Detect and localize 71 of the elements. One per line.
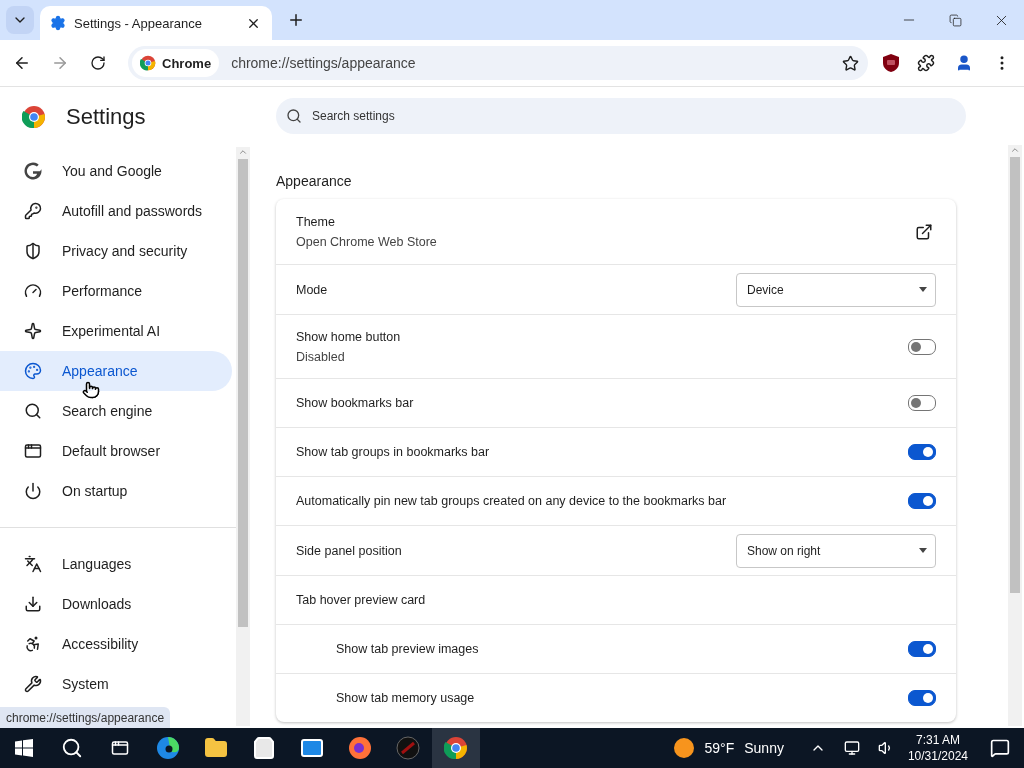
toggle-switch[interactable] <box>908 338 936 355</box>
settings-title: Settings <box>66 104 146 130</box>
address-bar[interactable]: Chrome chrome://settings/appearance <box>128 46 868 80</box>
nav-icon <box>24 595 42 613</box>
sidebar-item[interactable]: Default browser <box>0 431 232 471</box>
setting-sublabel: Disabled <box>296 349 346 364</box>
nav-icon <box>24 282 42 300</box>
sidebar-item[interactable]: Languages <box>0 544 232 584</box>
search-field[interactable]: Search settings <box>276 98 966 134</box>
google-g-icon <box>24 162 42 180</box>
sidebar-item[interactable]: Autofill and passwords <box>0 191 232 231</box>
hand-cursor-icon <box>82 381 100 399</box>
chrome-logo-icon <box>22 105 46 129</box>
setting-label: Show home button <box>296 329 402 344</box>
sun-icon <box>672 737 695 759</box>
caret-icon <box>919 548 927 553</box>
sidebar-item[interactable]: Privacy and security <box>0 231 232 271</box>
setting-label: Show tab preview images <box>336 642 480 656</box>
setting-label: Side panel position <box>296 543 403 558</box>
nav-icon <box>24 202 42 220</box>
section-title: Appearance <box>276 173 353 191</box>
chrome-icon <box>444 736 468 760</box>
sidebar-item[interactable]: Experimental AI <box>0 311 232 351</box>
toggle-switch[interactable] <box>908 690 936 706</box>
caret-icon <box>919 287 927 292</box>
weather-temperature: 59°F <box>704 740 735 756</box>
search-input[interactable]: Search settings <box>310 108 966 124</box>
status-url-tooltip: chrome://settings/appearance <box>0 707 171 728</box>
sidebar-item[interactable]: You and Google <box>0 151 232 191</box>
sidebar-item[interactable]: On startup <box>0 471 232 511</box>
nav-icon <box>24 675 42 693</box>
nav-icon <box>24 482 42 500</box>
sidebar-item[interactable]: Appearance <box>0 351 232 391</box>
toggle-switch[interactable] <box>908 493 936 509</box>
sidebar-item[interactable]: Accessibility <box>0 624 232 664</box>
setting-label: Theme <box>296 214 336 229</box>
setting-label: Automatically pin new tab groups created on any device to the bookmarks bar <box>296 494 728 508</box>
tab-search-button[interactable] <box>6 6 34 34</box>
nav-icon <box>24 635 42 653</box>
clock[interactable]: 7:31 AM 10/31/2024 <box>907 732 968 764</box>
toggle-switch[interactable] <box>908 444 936 460</box>
setting-sublabel: Open Chrome Web Store <box>296 234 438 249</box>
shield-extension-icon[interactable] <box>882 53 900 73</box>
chrome-taskbar-icon[interactable] <box>432 728 480 768</box>
setting-label: Show tab memory usage <box>336 691 476 705</box>
scrollbar[interactable] <box>236 147 250 726</box>
search-icon <box>286 108 302 124</box>
sidebar-item[interactable]: System <box>0 664 232 704</box>
nav-icon <box>24 555 42 573</box>
sidebar-item[interactable]: Search engine <box>0 391 232 431</box>
nav-icon <box>24 362 42 380</box>
dropdown[interactable]: Show on right <box>736 533 936 568</box>
setting-label: Tab hover preview card <box>296 593 427 607</box>
nav-icon <box>24 402 42 420</box>
sidebar-item[interactable]: Performance <box>0 271 232 311</box>
weather-condition: Sunny <box>744 740 784 756</box>
nav-icon <box>24 242 42 260</box>
gear-icon <box>50 15 66 31</box>
browser-tab[interactable]: Settings - Appearance <box>40 6 272 40</box>
setting-label: Mode <box>296 282 329 297</box>
toggle-switch[interactable] <box>908 395 936 411</box>
nav-icon <box>24 442 42 460</box>
scrollbar[interactable] <box>1008 145 1022 726</box>
address-field[interactable]: chrome://settings/appearance <box>229 54 828 72</box>
site-chip[interactable]: Chrome <box>132 49 220 77</box>
setting-label: Show tab groups in bookmarks bar <box>296 445 491 459</box>
dropdown[interactable]: Device <box>736 272 936 307</box>
setting-label: Show bookmarks bar <box>296 396 415 410</box>
sidebar-item[interactable]: Downloads <box>0 584 232 624</box>
toggle-switch[interactable] <box>908 641 936 657</box>
nav-icon <box>24 322 42 340</box>
